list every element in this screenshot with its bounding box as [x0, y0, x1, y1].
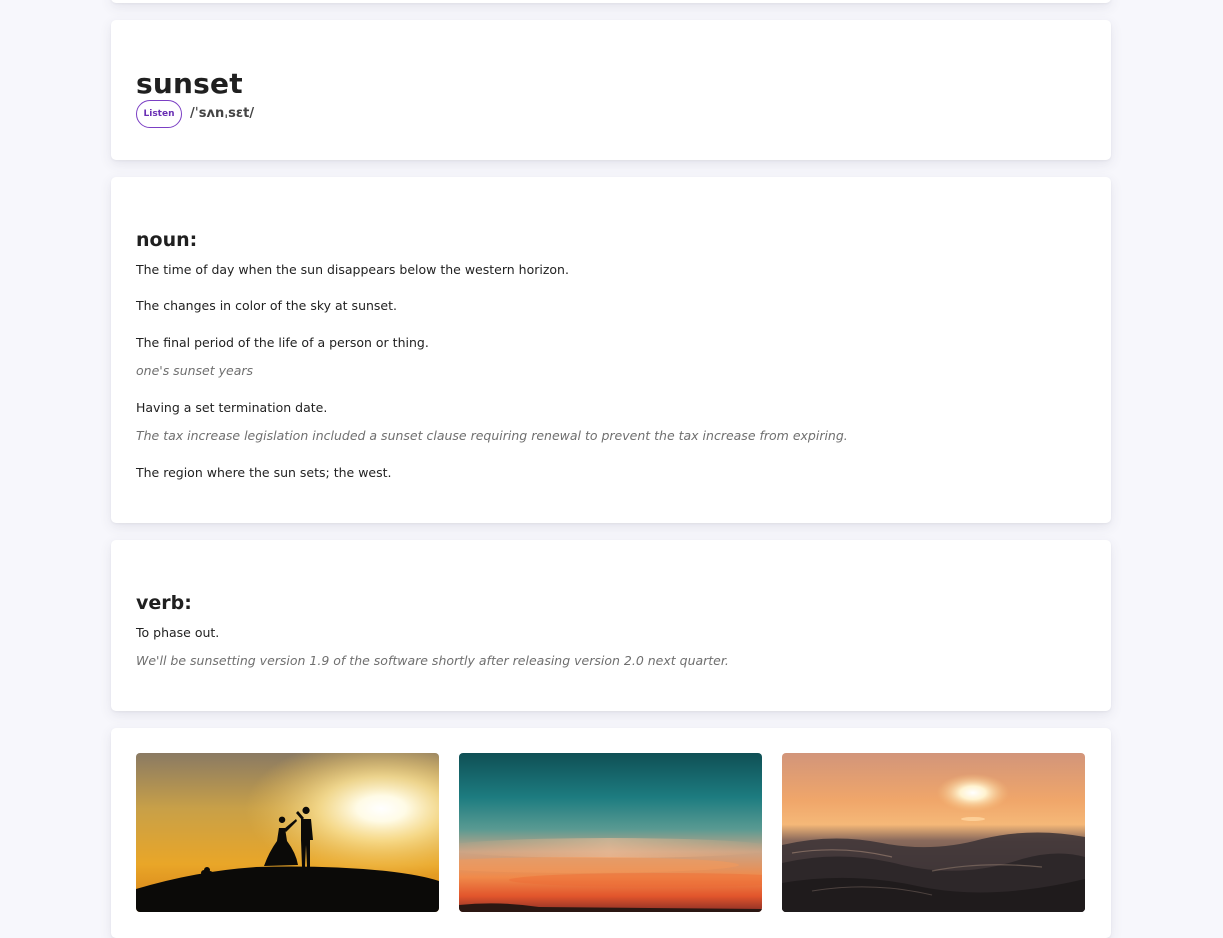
- definition-text: To phase out.: [136, 625, 220, 640]
- definition-example: We'll be sunsetting version 1.9 of the s…: [136, 653, 729, 668]
- definition-text: Having a set termination date.: [136, 400, 328, 415]
- verb-definitions-card: verb: To phase out. We'll be sunsetting …: [111, 540, 1111, 711]
- word-header-card: sunset Listen /ˈsʌnˌsɛt/: [111, 20, 1111, 160]
- ocean-waves-sunset-photo[interactable]: [782, 753, 1085, 912]
- teal-orange-sky-graphic: [459, 753, 762, 912]
- part-of-speech-noun: noun:: [136, 229, 198, 251]
- definition-example: The tax increase legislation included a …: [136, 428, 848, 443]
- image-gallery-card: [111, 728, 1111, 938]
- word-title: sunset: [136, 67, 243, 100]
- couple-silhouette-sunset-photo[interactable]: [136, 753, 439, 912]
- previous-card: [111, 0, 1111, 3]
- definition-text: The time of day when the sun disappears …: [136, 262, 569, 277]
- definition-example: one's sunset years: [136, 363, 254, 378]
- pronunciation-row: Listen /ˈsʌnˌsɛt/: [136, 100, 254, 128]
- definition-text: The changes in color of the sky at sunse…: [136, 298, 397, 313]
- listen-button[interactable]: Listen: [136, 100, 182, 128]
- definition-text: The region where the sun sets; the west.: [136, 465, 392, 480]
- teal-orange-sky-photo[interactable]: [459, 753, 762, 912]
- definition-text: The final period of the life of a person…: [136, 335, 429, 350]
- couple-silhouette-sunset-graphic: [136, 753, 439, 912]
- phonetic-transcription: /ˈsʌnˌsɛt/: [190, 105, 255, 121]
- part-of-speech-verb: verb:: [136, 592, 192, 614]
- ocean-waves-sunset-graphic: [782, 753, 1085, 912]
- noun-definitions-card: noun: The time of day when the sun disap…: [111, 177, 1111, 523]
